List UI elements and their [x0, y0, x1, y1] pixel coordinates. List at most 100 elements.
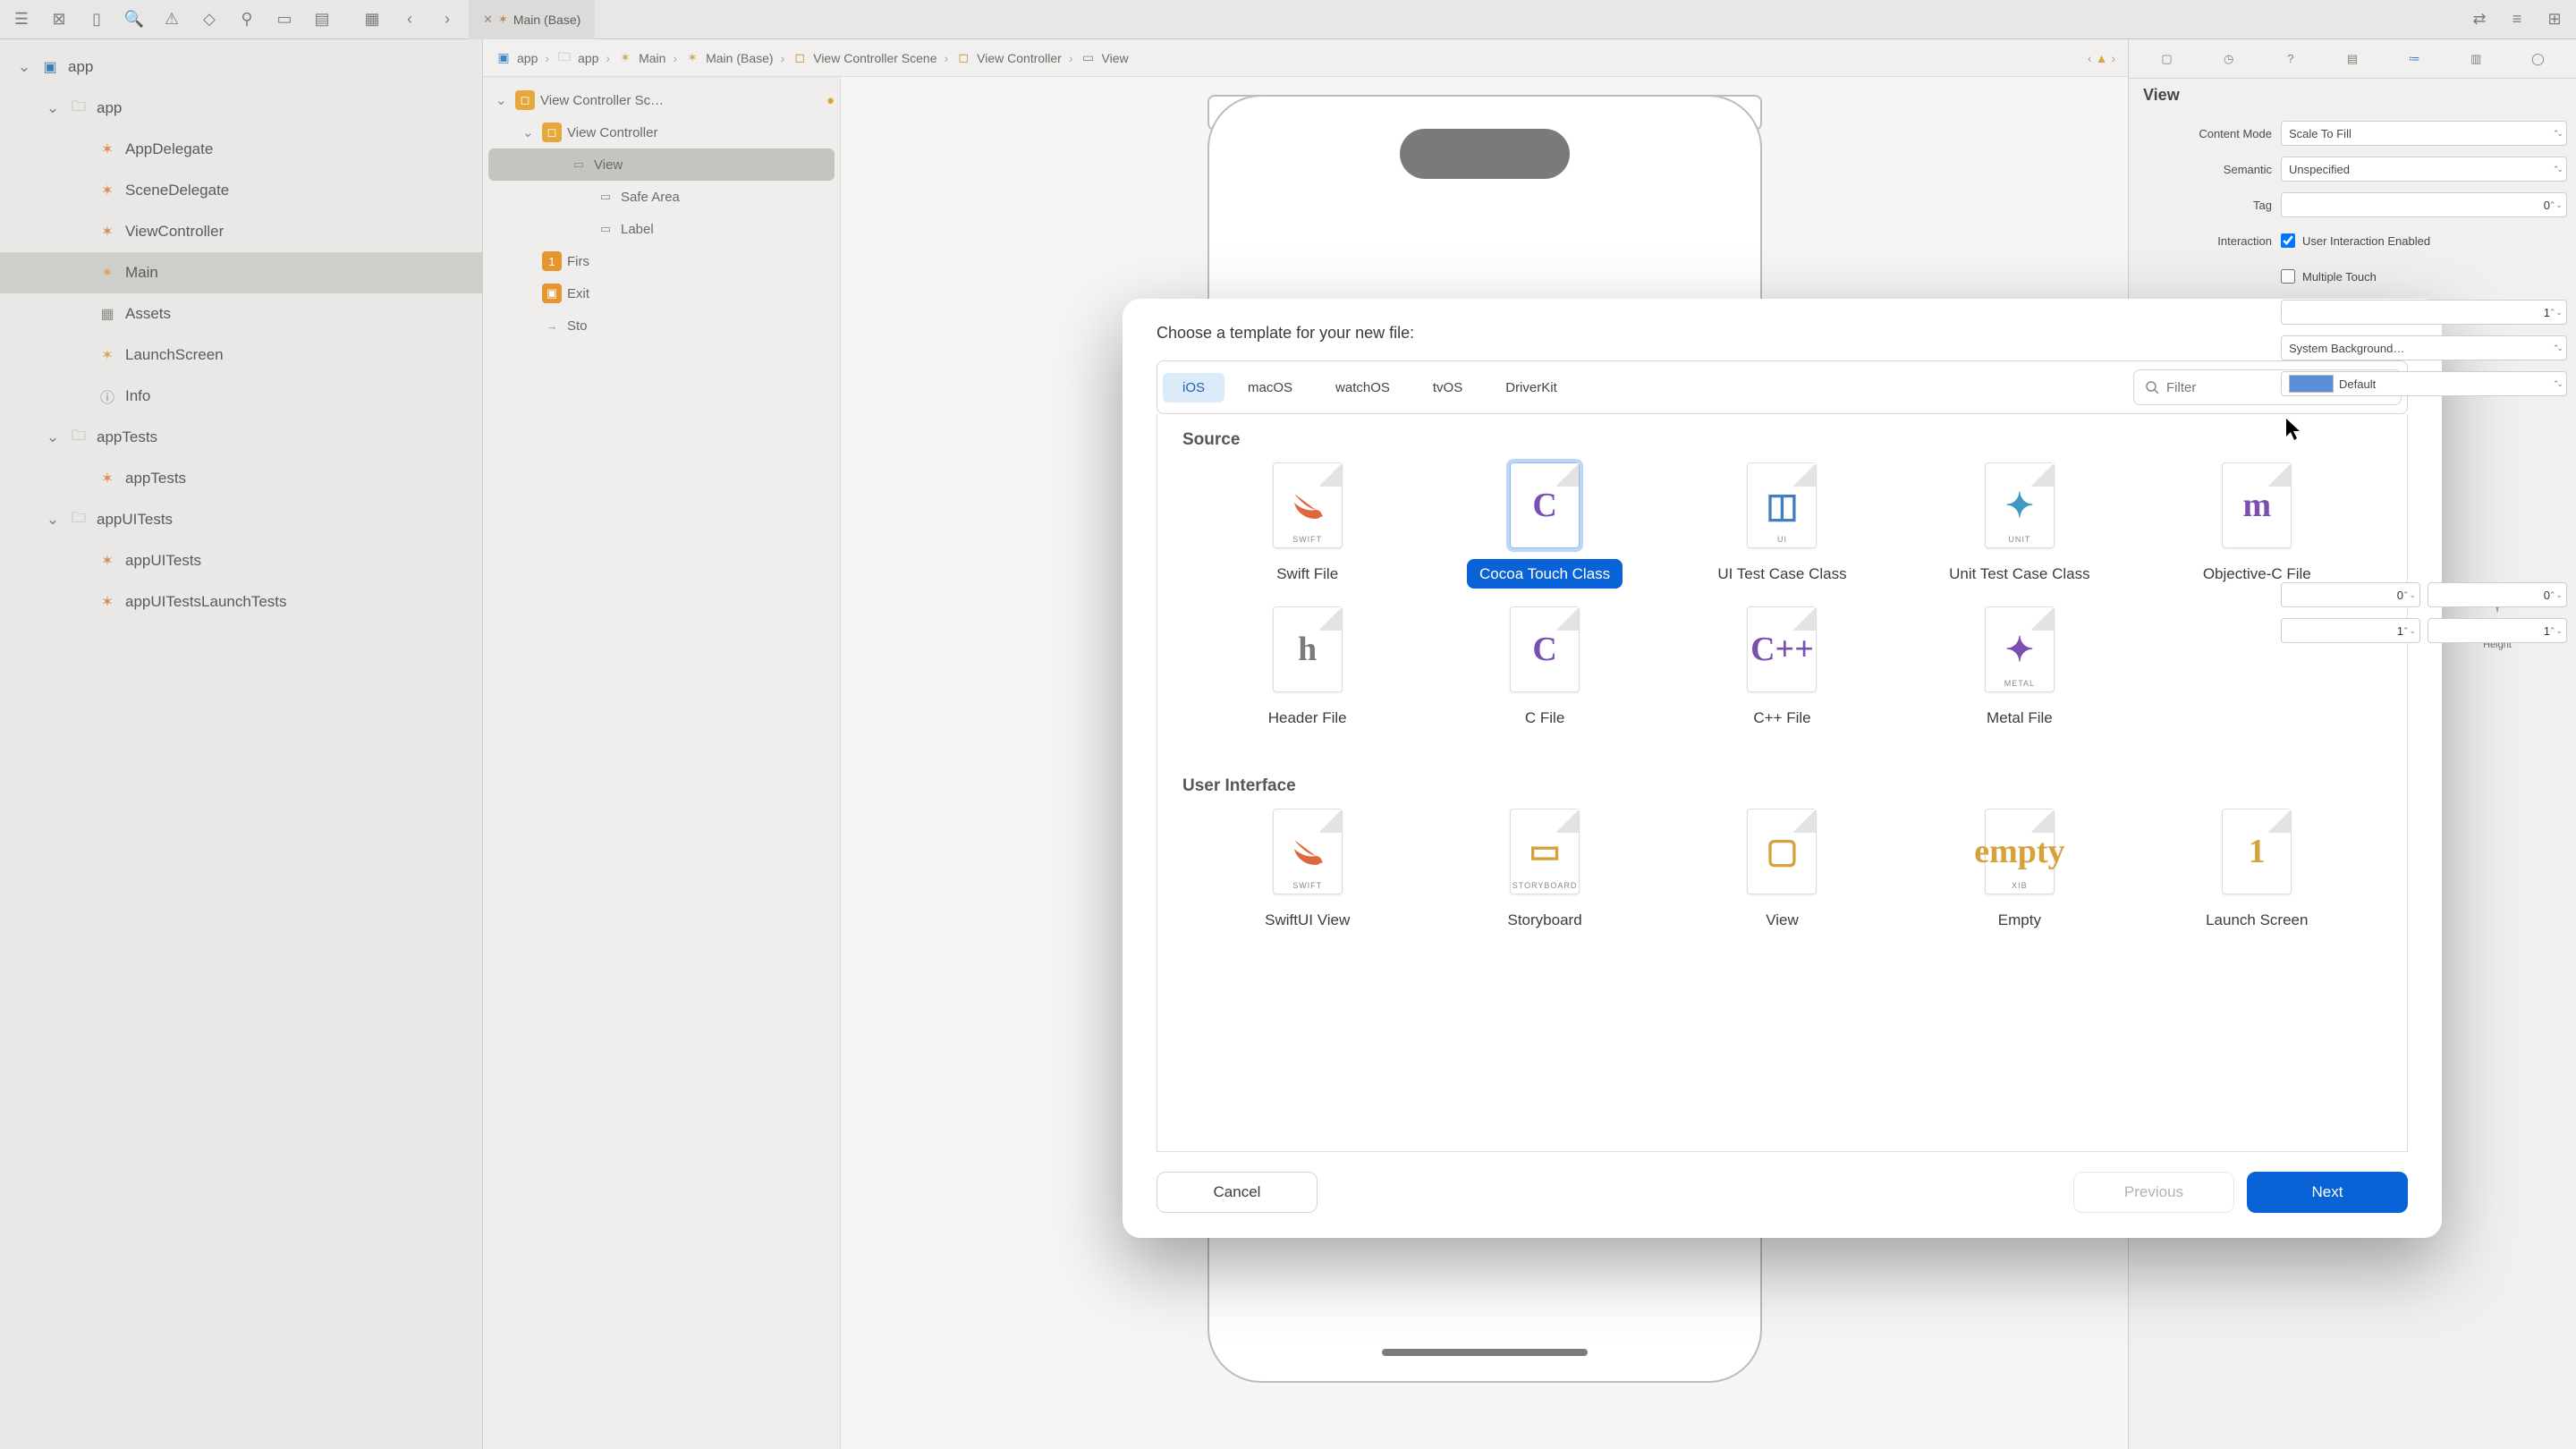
- nav-item-label: appUITestsLaunchTests: [125, 593, 287, 611]
- template-c-file[interactable]: C++C++ File: [1668, 606, 1896, 733]
- multiple-touch-checkbox[interactable]: Multiple Touch: [2281, 269, 2567, 284]
- stretch-y-field[interactable]: 0: [2428, 582, 2567, 607]
- adjust-editor-icon[interactable]: ≡: [2504, 7, 2529, 32]
- nav-item-assets[interactable]: ▦ Assets: [0, 293, 482, 335]
- platform-tab-ios[interactable]: iOS: [1163, 373, 1224, 402]
- close-tab-icon[interactable]: ✕: [483, 13, 493, 27]
- nav-item-app[interactable]: ⌄🗀app: [0, 88, 482, 129]
- cancel-button[interactable]: Cancel: [1157, 1172, 1318, 1213]
- grid-icon[interactable]: ▦: [360, 7, 385, 32]
- template-objective-c-file[interactable]: mObjective-C File: [2143, 462, 2371, 589]
- inspector-tabs[interactable]: ▢ ◷ ? ▤ ≔ ▥ ◯: [2129, 39, 2576, 79]
- nav-item-appuitests[interactable]: ⌄🗀appUITests: [0, 499, 482, 540]
- nav-item-appuitests[interactable]: ✶appUITests: [0, 540, 482, 581]
- close-window-icon[interactable]: ⊠: [47, 7, 72, 32]
- nav-item-label: ViewController: [125, 223, 224, 241]
- nav-fwd-icon[interactable]: ›: [435, 7, 460, 32]
- template-metal-file[interactable]: ✦METALMetal File: [1905, 606, 2133, 733]
- semantic-label: Semantic: [2138, 163, 2272, 176]
- template-empty[interactable]: emptyXIBEmpty: [1905, 809, 2133, 935]
- identity-inspector-tab-icon[interactable]: ▤: [2339, 52, 2366, 66]
- swift-icon: ✶: [97, 591, 118, 613]
- template-swiftui-view[interactable]: SWIFTSwiftUI View: [1193, 809, 1421, 935]
- nav-item-apptests[interactable]: ✶appTests: [0, 458, 482, 499]
- user-interaction-checkbox[interactable]: User Interaction Enabled: [2281, 233, 2567, 248]
- swift-icon: ✶: [97, 180, 118, 201]
- alpha-field[interactable]: 1: [2281, 300, 2567, 325]
- nav-item-info[interactable]: ⓘInfo: [0, 376, 482, 417]
- sheet-title: Choose a template for your new file:: [1157, 324, 2408, 343]
- nav-item-scenedelegate[interactable]: ✶SceneDelegate: [0, 170, 482, 211]
- nav-item-apptests[interactable]: ⌄🗀appTests: [0, 417, 482, 458]
- sidebar-left-icon[interactable]: ☰: [9, 7, 34, 32]
- template-label: Cocoa Touch Class: [1467, 559, 1623, 589]
- nav-item-label: appTests: [97, 428, 157, 446]
- platform-tab-driverkit[interactable]: DriverKit: [1486, 373, 1577, 402]
- platform-tab-watchos[interactable]: watchOS: [1316, 373, 1410, 402]
- stretch-x-field[interactable]: 0: [2281, 582, 2420, 607]
- nav-item-main[interactable]: ✶Main: [0, 252, 482, 293]
- proj-icon: ▣: [39, 56, 61, 78]
- add-editor-icon[interactable]: ⊞: [2542, 7, 2567, 32]
- warning-icon[interactable]: ⚠: [159, 7, 184, 32]
- swift-icon: ✶: [97, 221, 118, 242]
- help-inspector-tab-icon[interactable]: ?: [2277, 52, 2304, 65]
- bookmark-icon[interactable]: ▯: [84, 7, 109, 32]
- editor-tab[interactable]: ✕ ✶ Main (Base): [469, 0, 595, 39]
- report-icon[interactable]: ▤: [309, 7, 335, 32]
- tag-field[interactable]: 0: [2281, 192, 2567, 217]
- nav-item-launchscreen[interactable]: ✶LaunchScreen: [0, 335, 482, 376]
- xcode-window: ☰ ⊠ ▯ 🔍 ⚠ ◇ ⚲ ▭ ▤ ▦ ‹ › ✕ ✶ Main (Base) …: [0, 0, 2576, 1449]
- sheet-button-bar: Cancel Previous Next: [1157, 1152, 2408, 1213]
- history-inspector-tab-icon[interactable]: ◷: [2216, 52, 2242, 66]
- nav-item-app[interactable]: ⌄▣app: [0, 47, 482, 88]
- template-header-file[interactable]: hHeader File: [1193, 606, 1421, 733]
- template-launch-screen[interactable]: 1Launch Screen: [2143, 809, 2371, 935]
- debug-icon[interactable]: ⚲: [234, 7, 259, 32]
- template-file-icon: C: [1510, 462, 1580, 548]
- tests-icon[interactable]: ◇: [197, 7, 222, 32]
- uie-label: User Interaction Enabled: [2302, 234, 2430, 248]
- swift-icon: ✶: [97, 468, 118, 489]
- semantic-dropdown[interactable]: Unspecified: [2281, 157, 2567, 182]
- storyboard-icon: ✶: [498, 13, 508, 27]
- nav-item-viewcontroller[interactable]: ✶ ViewController: [0, 211, 482, 252]
- template-c-file[interactable]: CC File: [1430, 606, 1658, 733]
- content-mode-dropdown[interactable]: Scale To Fill: [2281, 121, 2567, 146]
- template-swift-file[interactable]: SWIFTSwift File: [1193, 462, 1421, 589]
- nav-item-appuitestslaunchtests[interactable]: ✶ appUITestsLaunchTests: [0, 581, 482, 623]
- nav-item-appdelegate[interactable]: ✶AppDelegate: [0, 129, 482, 170]
- next-button[interactable]: Next: [2247, 1172, 2408, 1213]
- template-file-icon: C: [1510, 606, 1580, 692]
- template-unit-test-case-class[interactable]: ✦UNITUnit Test Case Class: [1905, 462, 2133, 589]
- size-inspector-tab-icon[interactable]: ▥: [2462, 52, 2489, 66]
- tint-dropdown[interactable]: Default: [2281, 371, 2567, 396]
- file-inspector-tab-icon[interactable]: ▢: [2154, 52, 2181, 66]
- template-ui-test-case-class[interactable]: ◫UIUI Test Case Class: [1668, 462, 1896, 589]
- assets-icon: ▦: [97, 303, 118, 325]
- previous-button: Previous: [2073, 1172, 2234, 1213]
- breakpoint-icon[interactable]: ▭: [272, 7, 297, 32]
- stretch-w-field[interactable]: 1: [2281, 618, 2420, 643]
- platform-tab-tvos[interactable]: tvOS: [1413, 373, 1482, 402]
- template-cocoa-touch-class[interactable]: C Cocoa Touch Class: [1430, 462, 1658, 589]
- nav-item-label: Info: [125, 387, 150, 405]
- template-list: SourceSWIFTSwift FileCCocoa Touch Class◫…: [1157, 414, 2408, 1152]
- interaction-label: Interaction: [2138, 234, 2272, 248]
- connections-inspector-tab-icon[interactable]: ◯: [2524, 52, 2551, 66]
- template-storyboard[interactable]: ▭STORYBOARDStoryboard: [1430, 809, 1658, 935]
- platform-tab-macos[interactable]: macOS: [1228, 373, 1312, 402]
- template-label: Header File: [1256, 703, 1360, 733]
- template-view[interactable]: ▢View: [1668, 809, 1896, 935]
- search-icon[interactable]: 🔍: [122, 7, 147, 32]
- project-navigator: ⌄▣app⌄🗀app✶AppDelegate✶SceneDelegate✶Vie…: [0, 39, 483, 1449]
- background-dropdown[interactable]: System Background…: [2281, 335, 2567, 360]
- stretch-h-field[interactable]: 1: [2428, 618, 2567, 643]
- nav-item-label: Assets: [125, 305, 171, 323]
- nav-back-icon[interactable]: ‹: [397, 7, 422, 32]
- attributes-inspector-tab-icon[interactable]: ≔: [2401, 52, 2428, 66]
- template-section-title: User Interface: [1157, 760, 2407, 800]
- refresh-icon[interactable]: ⇄: [2467, 7, 2492, 32]
- main-area: ⌄▣app⌄🗀app✶AppDelegate✶SceneDelegate✶Vie…: [0, 39, 2576, 1449]
- mt-label: Multiple Touch: [2302, 270, 2377, 284]
